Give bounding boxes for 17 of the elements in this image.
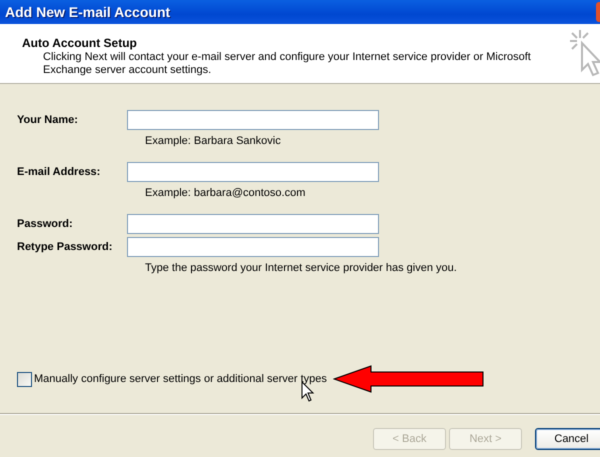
- section-title: Auto Account Setup: [22, 36, 138, 50]
- field-label: Password:: [17, 218, 74, 230]
- checkbox-label[interactable]: Manually configure server settings or additional server types: [34, 373, 327, 385]
- dialog-button[interactable]: Cancel: [535, 428, 600, 450]
- field-label: Your Name:: [17, 114, 79, 126]
- section-description: Clicking Next will contact your e-mail server and configure your Internet service provider or Microsoft Exchange server account settings.: [42, 51, 532, 77]
- field-hint: Example: barbara@contoso.com: [144, 187, 306, 200]
- field-label: E-mail Address:: [17, 166, 102, 178]
- checkbox[interactable]: [17, 372, 32, 386]
- field-hint: Type the password your Internet service provider has given you.: [144, 262, 458, 275]
- field-hint: Example: Barbara Sankovic: [144, 135, 282, 148]
- field-label: Retype Password:: [17, 241, 114, 253]
- input-field[interactable]: [127, 162, 379, 182]
- input-field[interactable]: [127, 214, 379, 234]
- input-field[interactable]: [127, 237, 379, 257]
- input-field[interactable]: [127, 110, 379, 130]
- window-title: Add New E-mail Account: [4, 4, 170, 20]
